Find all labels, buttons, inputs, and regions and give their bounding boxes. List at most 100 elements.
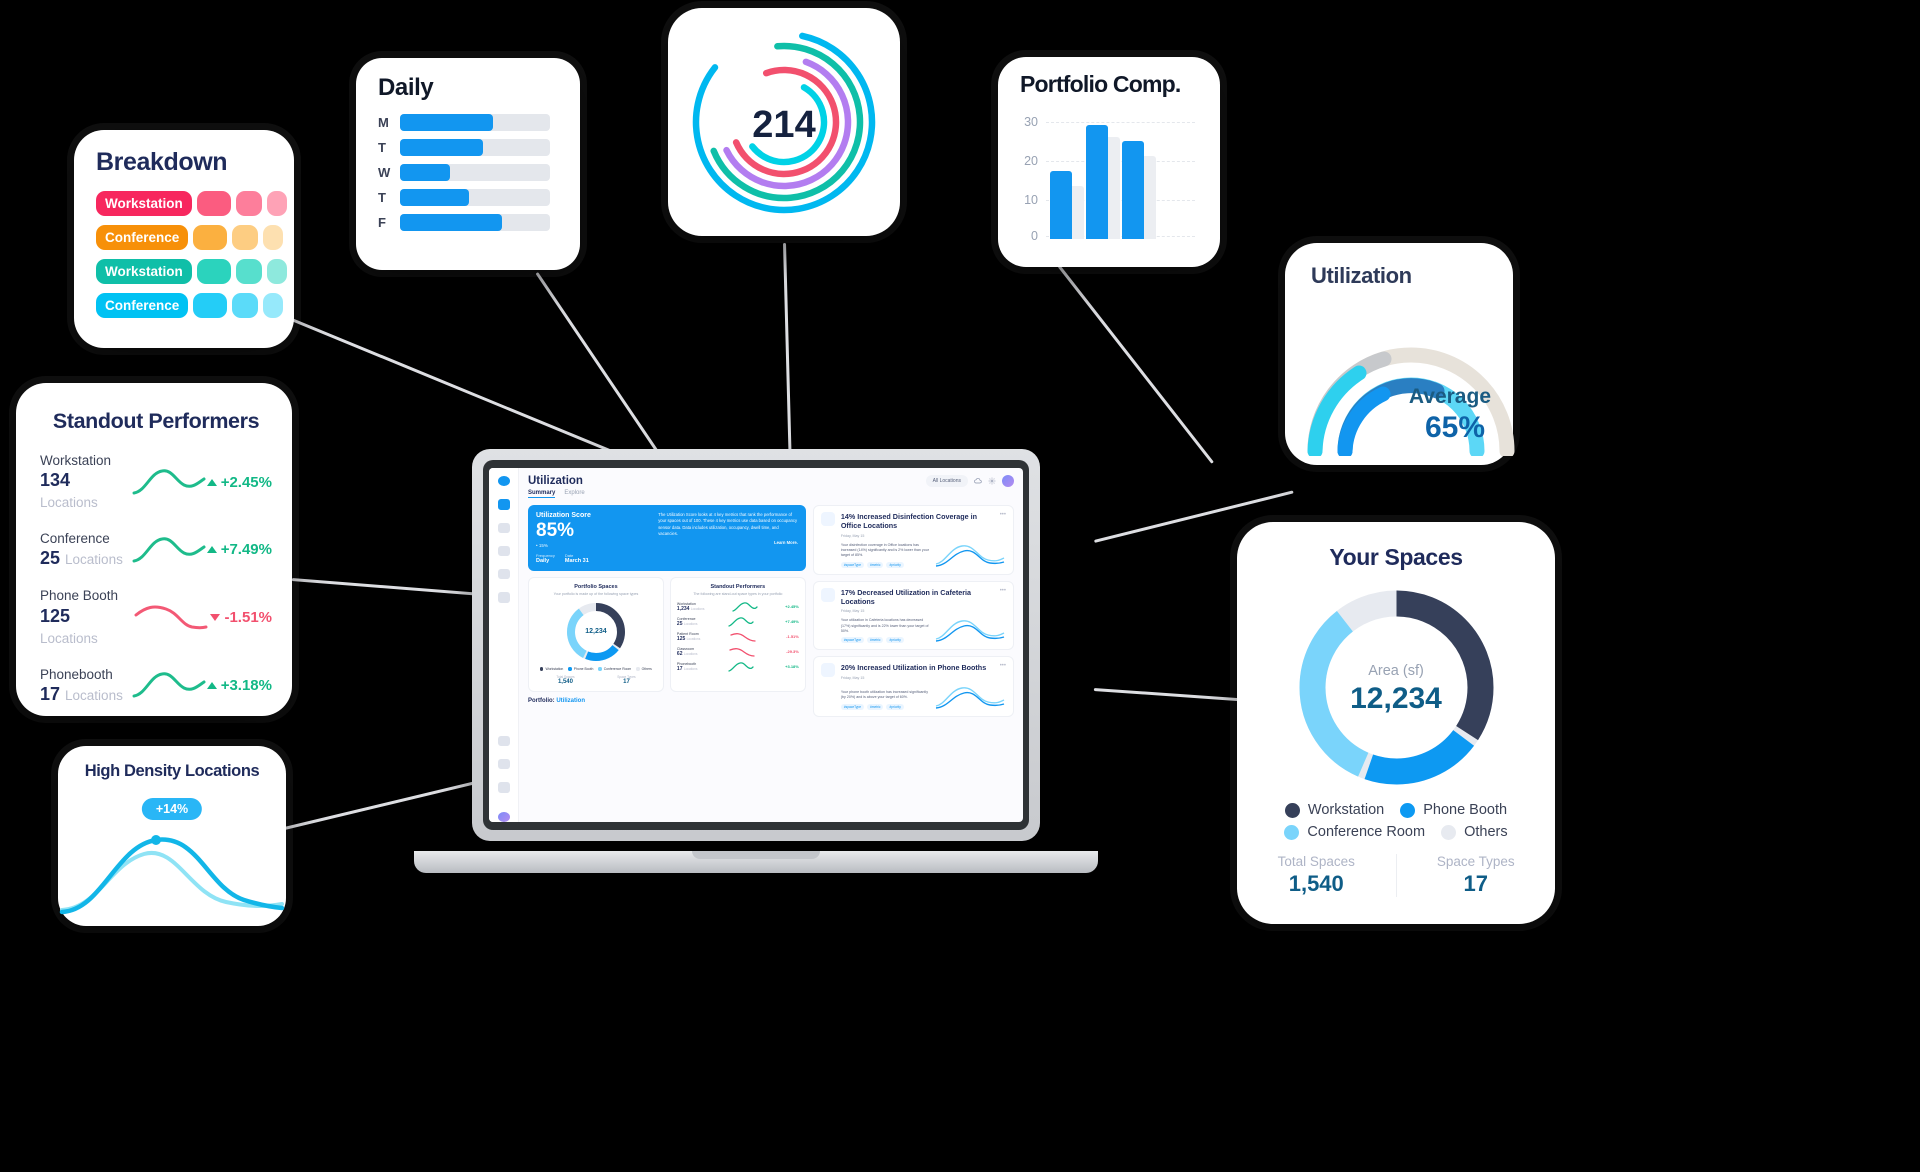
daily-rows: M T W T F [378, 114, 580, 231]
legend-label: Phone Booth [1423, 802, 1508, 818]
density-chart [59, 835, 285, 915]
insight-tag[interactable]: #spaceType [840, 561, 865, 568]
insight-more-icon[interactable]: ••• [996, 588, 1006, 594]
daily-bar-fill [400, 214, 502, 231]
standout-mini-count: 25 Locations [676, 620, 698, 627]
insight-tag[interactable]: #priority [886, 703, 904, 710]
standout-row-info: Workstation 134 Locations [40, 452, 132, 512]
portfolio-spaces-subtitle: Your portfolio is made up of the followi… [553, 591, 639, 596]
insight-card[interactable]: 20% Increased Utilization in Phone Booth… [812, 656, 1014, 717]
standout-mini-rows: Workstation 1,234 Locations +2.45% Confe… [677, 601, 799, 673]
portfolio-comp-bar-group [1086, 114, 1120, 239]
cloud-upload-icon[interactable] [974, 477, 982, 485]
insight-body: 17% Decreased Utilization in Cafeteria L… [840, 587, 1006, 644]
legend-label: Phone Booth [573, 666, 594, 671]
sidebar-item-building[interactable] [497, 545, 510, 557]
portfolio-label: Portfolio: [528, 697, 555, 704]
daily-row: W [378, 164, 580, 181]
ytick: 30 [1024, 115, 1038, 129]
standout-mini-info: Phonebooth 17 Locations [677, 662, 698, 672]
insight-tag[interactable]: #metric [867, 703, 884, 710]
your-spaces-legend: Workstation Phone Booth Conference Room … [1237, 802, 1555, 840]
standout-mini-count: 125 Locations [676, 635, 701, 642]
insight-tag[interactable]: #priority [886, 637, 904, 644]
daily-bar-fill [400, 189, 469, 206]
insight-chart [935, 620, 1005, 643]
standout-row-delta: +3.18% [206, 677, 272, 694]
daily-row: F [378, 214, 580, 231]
sidebar-avatar[interactable] [497, 811, 510, 822]
gauge-label: Average [1408, 385, 1491, 408]
standout-mini-info: Patient Room 125 Locations [677, 632, 700, 642]
sidebar-item-clock[interactable] [497, 569, 510, 580]
legend-dot [568, 667, 572, 671]
sidebar-item-analytics[interactable] [497, 499, 510, 510]
rings-card: 214 [668, 8, 900, 236]
insight-more-icon[interactable]: ••• [996, 512, 1006, 518]
legend-dot [1284, 802, 1300, 818]
insight-tags: #spaceType #metric #priority [840, 561, 930, 568]
gear-icon[interactable] [988, 477, 996, 485]
insight-card[interactable]: 17% Decreased Utilization in Cafeteria L… [812, 580, 1014, 651]
score-description-text: The Utilization Score looks at 4 key met… [658, 512, 798, 536]
portfolio-breadcrumb: Portfolio: Utilization [528, 698, 806, 704]
breakdown-chip [235, 259, 262, 284]
sparkline [132, 537, 206, 563]
tab-summary[interactable]: Summary [528, 490, 556, 498]
learn-more-link[interactable]: Learn More. [658, 540, 798, 546]
standout-mini-info: Classroom 62 Locations [677, 647, 698, 657]
standout-mini-delta: +2.45% [785, 604, 799, 610]
legend-dot [540, 667, 544, 671]
portfolio-comp-bar-group [1050, 114, 1084, 239]
portfolio-comp-bar-group [1122, 114, 1156, 239]
standout-row-unit: Locations [65, 552, 123, 568]
insight-heading: 17% Decreased Utilization in Cafeteria L… [840, 587, 972, 607]
portfolio-comp-bars [1050, 114, 1193, 239]
sidebar-item-list[interactable] [497, 522, 510, 533]
insight-tag[interactable]: #priority [886, 561, 904, 568]
connector-line [783, 243, 793, 473]
trend-up-icon [206, 478, 217, 486]
insight-tag[interactable]: #metric [867, 637, 884, 644]
your-spaces-center-label: Area (sf) [1368, 663, 1424, 679]
user-avatar[interactable] [1002, 475, 1014, 487]
score-value: 85% [536, 520, 575, 541]
dashboard-sidebar[interactable] [489, 468, 519, 822]
sidebar-item-people[interactable] [497, 735, 510, 747]
insight-text: Your disinfection coverage in Office loc… [840, 542, 929, 558]
breakdown-row: Workstation [96, 191, 294, 216]
mini-legend-item: Conference Room [598, 667, 631, 671]
sidebar-item-chart[interactable] [497, 782, 510, 793]
sidebar-item-logo[interactable] [497, 476, 510, 487]
meta-key: Frequency [536, 552, 555, 558]
dashboard-tabs: Summary Explore [528, 490, 585, 498]
daily-row: T [378, 139, 580, 156]
insight-more-icon[interactable]: ••• [996, 663, 1006, 669]
insight-tag[interactable]: #metric [867, 561, 884, 568]
standout-mini-delta: +7.49% [785, 619, 799, 625]
standout-mini-unit: Locations [690, 606, 705, 611]
portfolio-spaces-footer: Total Spaces 1,540 Space Types 17 [535, 675, 657, 685]
insight-tag[interactable]: #spaceType [840, 637, 865, 644]
portfolio-comp-plot: 30 20 10 0 [1020, 114, 1195, 243]
insight-body: 14% Increased Disinfection Coverage in O… [840, 512, 1006, 568]
score-meta-date: Date March 31 [565, 553, 589, 564]
mini-legend-item: Phone Booth [568, 667, 593, 671]
score-description: The Utilization Score looks at 4 key met… [658, 512, 798, 564]
footer-value: 1,540 [557, 678, 573, 685]
high-density-card: High Density Locations +14% [58, 746, 286, 926]
standout-row-name: Workstation [40, 453, 112, 468]
standout-row-name: Phone Booth [40, 588, 119, 604]
mini-legend-item: Others [636, 667, 652, 671]
daily-bar-fill [400, 139, 483, 156]
insight-tag[interactable]: #spaceType [840, 703, 865, 710]
insight-card[interactable]: 14% Increased Disinfection Coverage in O… [812, 505, 1014, 575]
location-filter-button[interactable]: All Locations [925, 475, 968, 487]
tab-explore[interactable]: Explore [564, 490, 584, 498]
standout-row: Conference 25 Locations +7.49% [40, 530, 272, 569]
sidebar-item-filter[interactable] [497, 759, 510, 770]
insight-heading: 14% Increased Disinfection Coverage in O… [840, 512, 978, 531]
sidebar-item-grid[interactable] [497, 592, 510, 603]
legend-label: Conference Room [1307, 824, 1426, 840]
portfolio-spaces-donut: 12,234 [565, 601, 627, 663]
